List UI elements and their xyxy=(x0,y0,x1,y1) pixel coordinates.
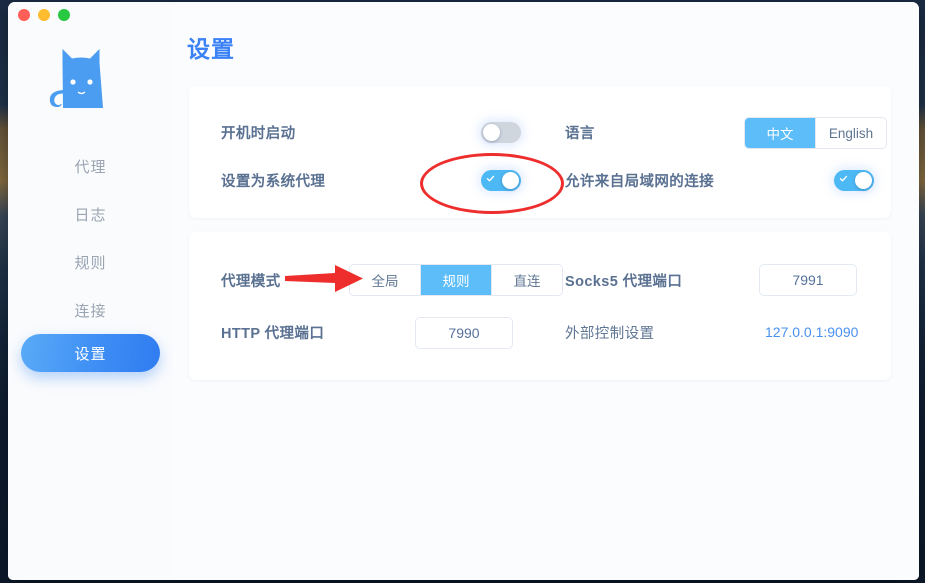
proxy-mode-option-rule[interactable]: 规则 xyxy=(421,265,492,295)
app-window: 代理 日志 规则 连接 设置 设置 开机时启动 语言 中文 English 设置… xyxy=(8,2,919,580)
check-icon xyxy=(486,175,495,182)
row-label: 代理模式 xyxy=(221,273,281,290)
row-label: 设置为系统代理 xyxy=(221,173,326,190)
sidebar-item-rules[interactable]: 规则 xyxy=(8,238,173,286)
row-label: 允许来自局域网的连接 xyxy=(565,173,714,190)
socks5-port-input[interactable]: 7991 xyxy=(759,264,857,296)
sidebar: 代理 日志 规则 连接 设置 xyxy=(8,2,173,580)
sidebar-item-label: 连接 xyxy=(74,302,107,320)
sidebar-item-settings[interactable]: 设置 xyxy=(21,334,160,372)
switch-knob xyxy=(855,172,872,189)
row-socks5-port: Socks5 代理端口 xyxy=(565,260,682,300)
row-label: Socks5 代理端口 xyxy=(565,273,683,290)
socks5-port-value: 7991 xyxy=(792,272,824,288)
row-label: HTTP 代理端口 xyxy=(221,325,325,342)
switch-knob xyxy=(483,124,500,141)
system-proxy-switch[interactable] xyxy=(481,170,521,191)
launch-at-login-switch[interactable] xyxy=(481,122,521,143)
minimize-button[interactable] xyxy=(38,9,50,21)
row-label: 开机时启动 xyxy=(221,125,296,142)
zoom-button[interactable] xyxy=(58,9,70,21)
proxy-settings-card: 代理模式 全局 规则 直连 Socks5 代理端口 7991 HTTP 代理端口 xyxy=(189,232,891,380)
row-proxy-mode: 代理模式 xyxy=(221,260,281,300)
row-external-controller: 外部控制设置 xyxy=(565,312,654,352)
http-port-input[interactable]: 7990 xyxy=(415,317,513,349)
row-label: 语言 xyxy=(565,125,595,142)
cat-logo xyxy=(49,49,103,108)
allow-lan-switch[interactable] xyxy=(834,170,874,191)
proxy-mode-segmented-control[interactable]: 全局 规则 直连 xyxy=(349,264,563,296)
sidebar-item-label: 日志 xyxy=(74,206,107,224)
proxy-mode-option-global[interactable]: 全局 xyxy=(350,265,421,295)
row-language: 语言 xyxy=(565,112,595,152)
check-icon xyxy=(839,175,848,182)
switch-knob xyxy=(502,172,519,189)
proxy-mode-option-direct[interactable]: 直连 xyxy=(492,265,562,295)
desktop: 代理 日志 规则 连接 设置 设置 开机时启动 语言 中文 English 设置… xyxy=(0,0,925,583)
sidebar-item-label: 规则 xyxy=(74,254,107,272)
content-area: 设置 开机时启动 语言 中文 English 设置为系统代理 允许来自局域网的连… xyxy=(173,2,919,580)
sidebar-item-label: 设置 xyxy=(74,345,107,363)
language-option-english[interactable]: English xyxy=(816,118,886,148)
sidebar-item-proxy[interactable]: 代理 xyxy=(8,142,173,190)
sidebar-item-label: 代理 xyxy=(74,158,107,176)
external-controller-link[interactable]: 127.0.0.1:9090 xyxy=(765,324,858,340)
sidebar-nav: 代理 日志 规则 连接 设置 xyxy=(8,142,173,372)
page-title: 设置 xyxy=(187,36,235,62)
row-http-port: HTTP 代理端口 xyxy=(221,312,324,352)
row-label: 外部控制设置 xyxy=(565,325,655,342)
row-launch-at-login: 开机时启动 xyxy=(221,112,296,152)
general-settings-card: 开机时启动 语言 中文 English 设置为系统代理 允许来自局域网的连接 xyxy=(189,86,891,218)
language-option-chinese[interactable]: 中文 xyxy=(745,118,816,148)
http-port-value: 7990 xyxy=(448,325,480,341)
row-allow-lan: 允许来自局域网的连接 xyxy=(565,160,714,200)
close-button[interactable] xyxy=(18,9,30,21)
sidebar-item-connections[interactable]: 连接 xyxy=(8,286,173,334)
language-segmented-control[interactable]: 中文 English xyxy=(744,117,887,149)
sidebar-item-logs[interactable]: 日志 xyxy=(8,190,173,238)
window-controls xyxy=(18,9,70,21)
row-system-proxy: 设置为系统代理 xyxy=(221,160,325,200)
